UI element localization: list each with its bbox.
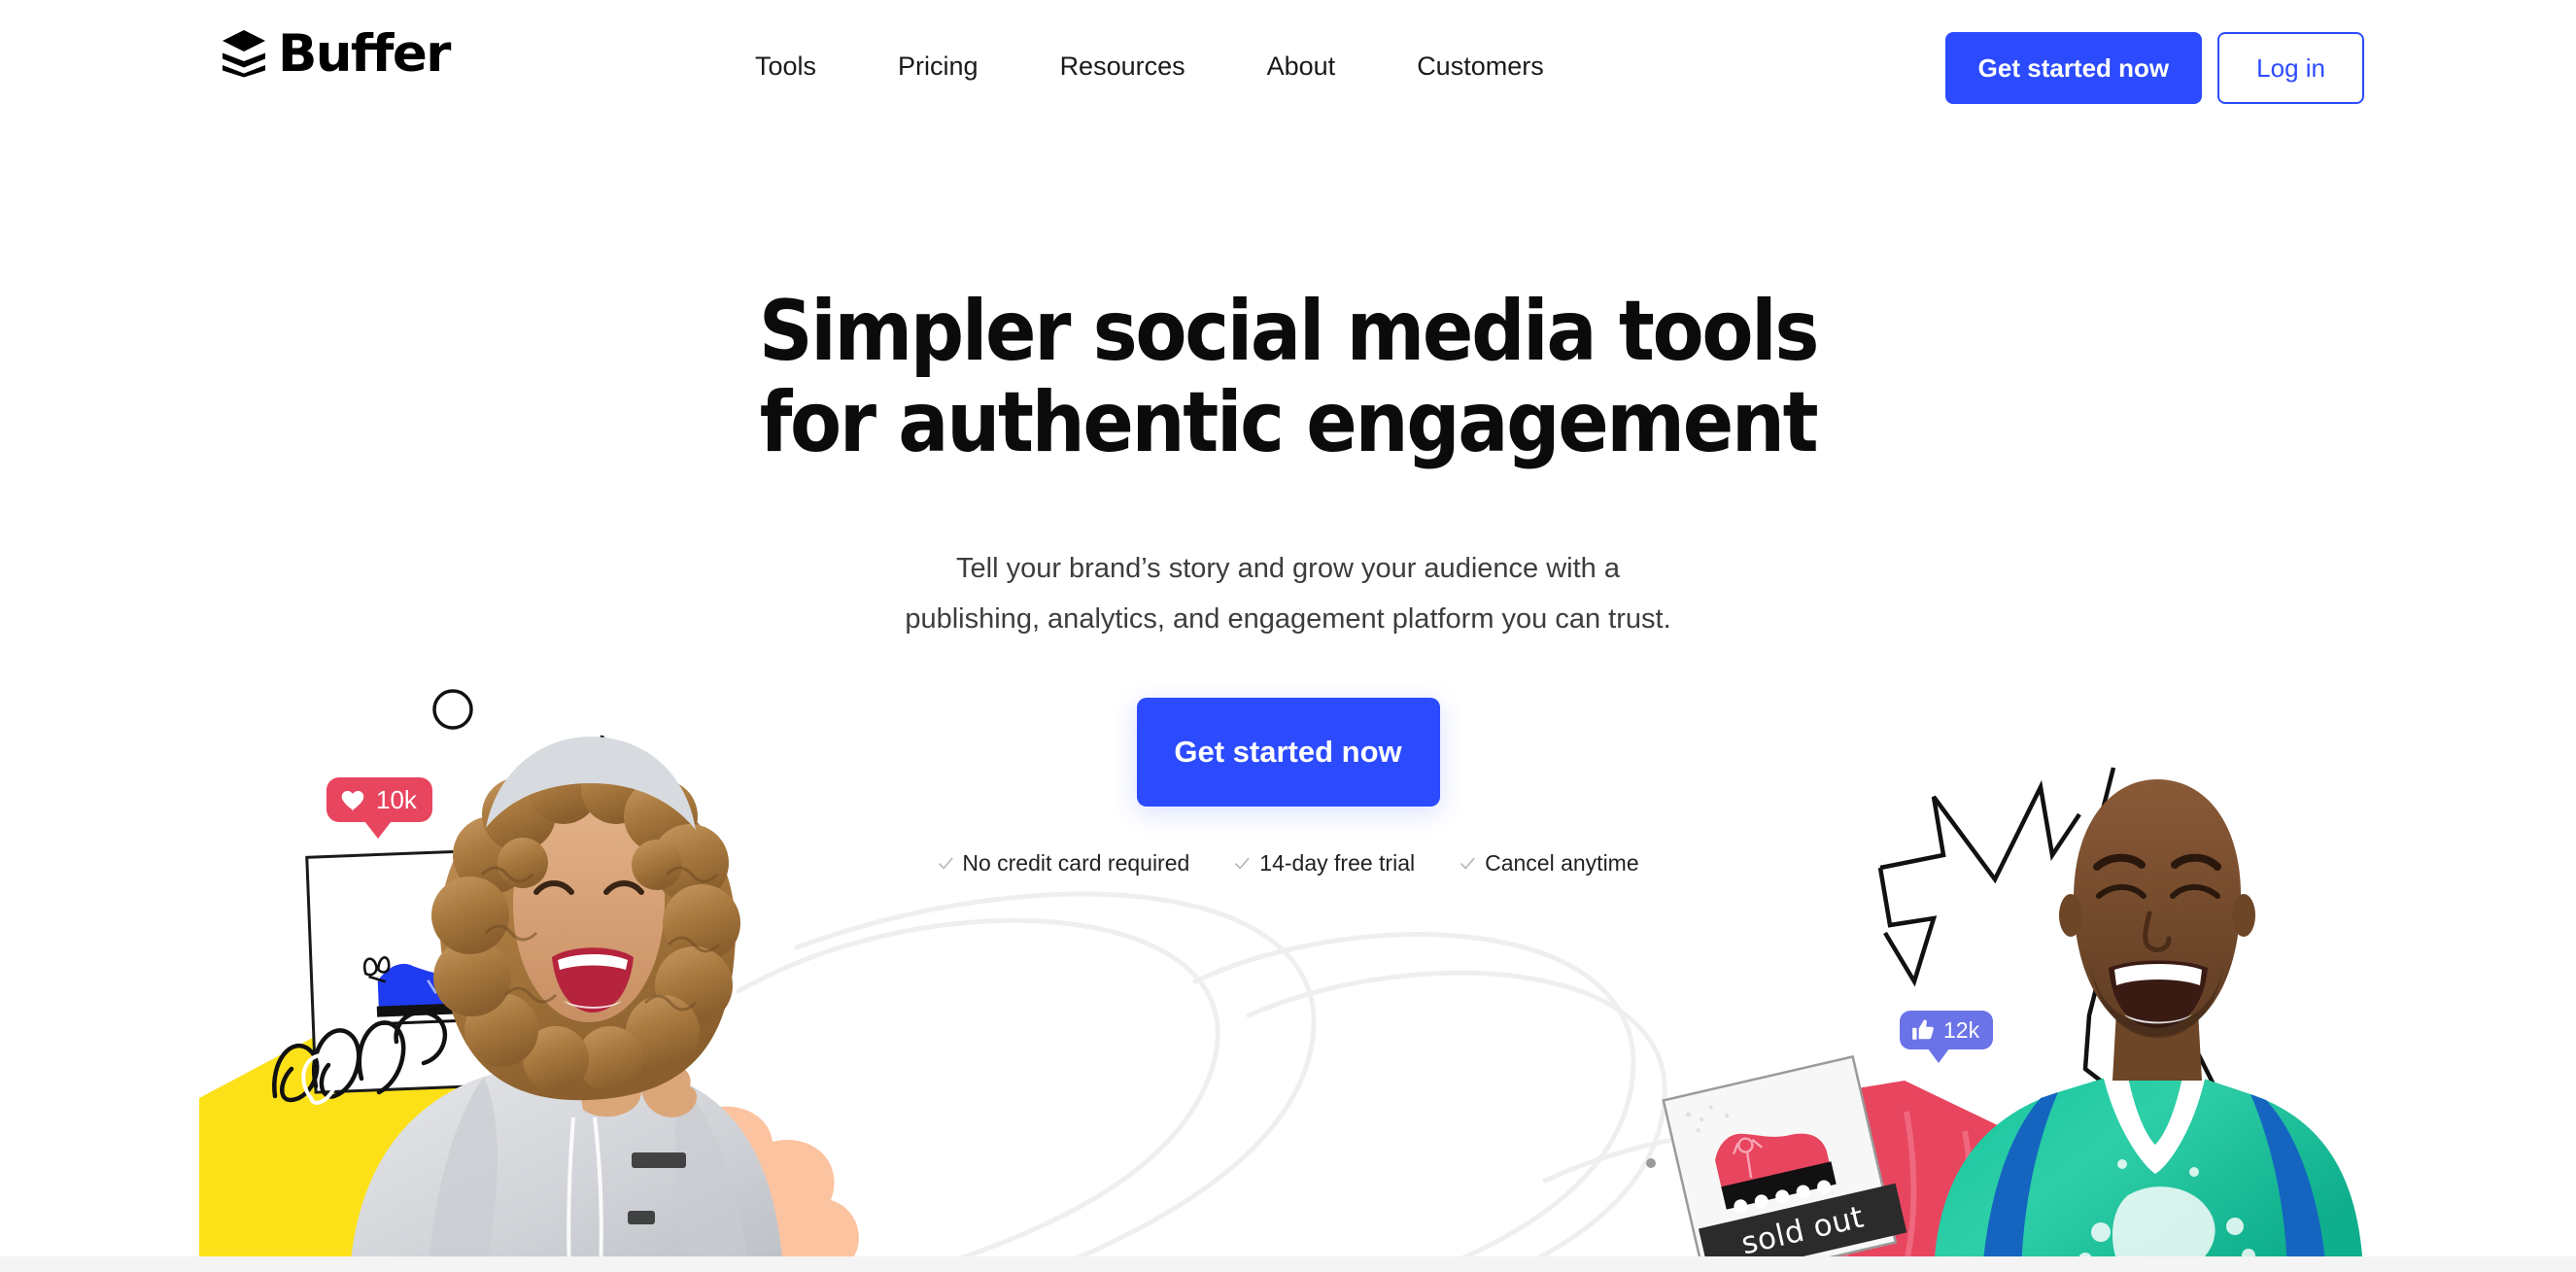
trust-item-cancel-anytime: Cancel anytime — [1460, 850, 1639, 877]
page-title: Simpler social media tools for authentic… — [129, 286, 2448, 471]
like-count-badge: 10k — [326, 777, 432, 839]
site-header: Buffer Tools Pricing Resources About Cus… — [0, 0, 2576, 136]
brand-logo[interactable]: Buffer — [222, 24, 451, 84]
check-icon — [1235, 857, 1251, 870]
trust-item-label: 14-day free trial — [1259, 850, 1416, 876]
hero-subtitle-line-1: Tell your brand’s story and grow your au… — [956, 553, 1620, 584]
header-get-started-button[interactable]: Get started now — [1944, 32, 2203, 104]
hero-subtitle-line-2: publishing, analytics, and engagement pl… — [905, 602, 1671, 635]
like-count-label: 10k — [376, 785, 417, 814]
next-section-band — [0, 1256, 2576, 1272]
trust-item-no-credit-card: No credit card required — [937, 850, 1189, 877]
hero-title-line-2: for authentic engagement — [759, 373, 1819, 471]
header-login-button[interactable]: Log in — [2217, 32, 2364, 104]
page-root: sold out 10k 12k Simpler social media to… — [0, 0, 2576, 1272]
trust-item-label: Cancel anytime — [1485, 850, 1639, 876]
nav-item-about[interactable]: About — [1226, 51, 1377, 82]
check-icon — [1460, 857, 1475, 870]
hero-title-line-1: Simpler social media tools — [758, 283, 1820, 380]
main-navigation: Tools Pricing Resources About Customers — [714, 51, 1585, 82]
header-actions: Get started now Log in — [1944, 32, 2364, 104]
check-icon — [938, 857, 953, 870]
buffer-stacked-layers-icon — [223, 29, 265, 77]
nav-item-resources[interactable]: Resources — [1019, 51, 1226, 82]
badge-tail — [361, 817, 395, 839]
circle-outline-decoration — [432, 689, 473, 730]
trust-item-label: No credit card required — [962, 850, 1190, 876]
trust-item-free-trial: 14-day free trial — [1234, 850, 1415, 877]
nav-item-pricing[interactable]: Pricing — [857, 51, 1019, 82]
person-right-photo — [1934, 779, 2363, 1272]
small-dot-decoration — [1646, 1158, 1656, 1168]
badge-tail — [1925, 1045, 1952, 1063]
thumbs-count-label: 12k — [1943, 1016, 1980, 1043]
nav-item-customers[interactable]: Customers — [1376, 51, 1585, 82]
thumbs-up-icon — [1912, 1019, 1934, 1040]
hero-get-started-button[interactable]: Get started now — [1136, 698, 1440, 807]
trust-badges: No credit card required 14-day free tria… — [937, 850, 1639, 877]
hero-subtitle: Tell your brand’s story and grow your au… — [871, 544, 1706, 644]
heart-icon — [341, 791, 364, 811]
brand-name: Buffer — [278, 24, 451, 84]
nav-item-tools[interactable]: Tools — [714, 51, 857, 82]
thumbs-count-badge: 12k — [1900, 1011, 1994, 1063]
